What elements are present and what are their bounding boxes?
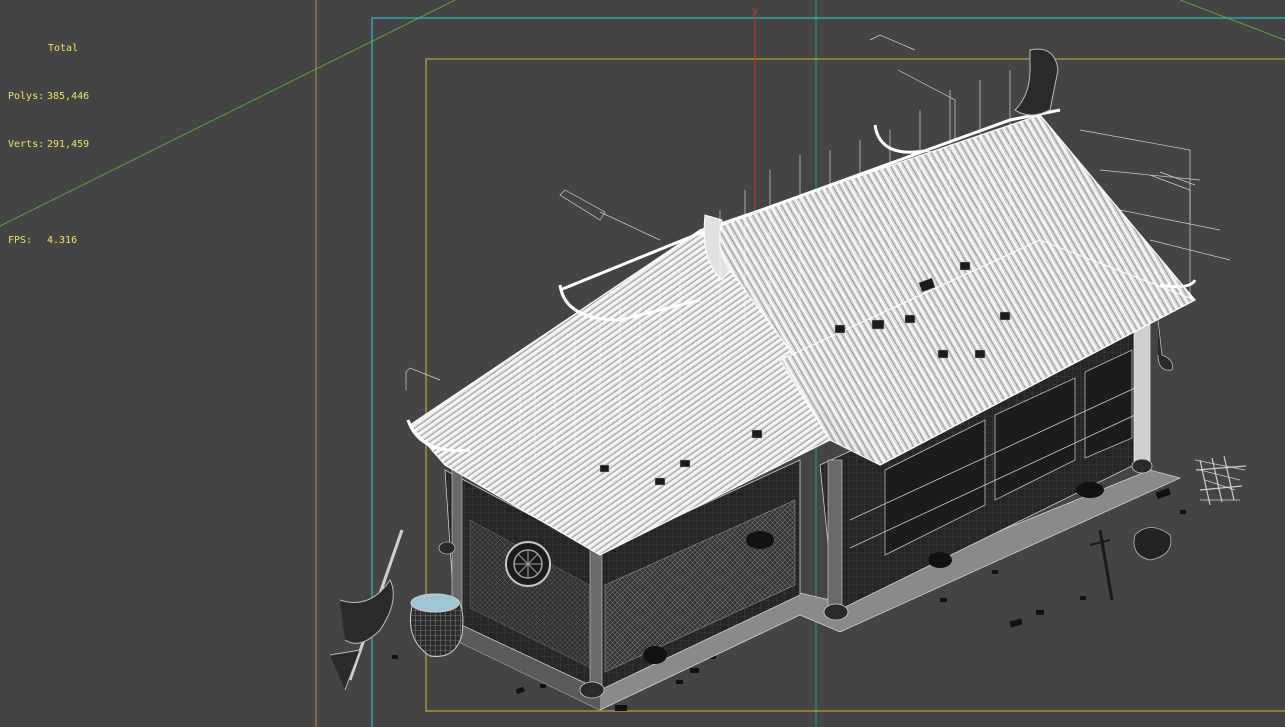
stats-spacer xyxy=(8,185,89,201)
fence-piece xyxy=(1195,455,1247,506)
perspective-viewport[interactable]: Total Polys: 385,446 Verts: 291,459 FPS: 4.… xyxy=(0,0,1285,727)
hanging-axe xyxy=(1157,319,1173,371)
rubble-pile xyxy=(1133,527,1172,561)
fps-label: FPS: xyxy=(8,235,33,246)
water-jar xyxy=(410,593,464,658)
verts-label: Verts: xyxy=(8,139,45,150)
scene-canvas[interactable]: y xyxy=(0,0,1285,727)
stats-verts-row: Verts: 291,459 xyxy=(8,137,89,153)
y-axis-label: y xyxy=(752,6,758,17)
fps-value: 4.316 xyxy=(47,235,78,246)
polys-value: 385,446 xyxy=(47,91,90,102)
stats-polys-row: Polys: 385,446 xyxy=(8,89,89,105)
verts-value: 291,459 xyxy=(47,139,90,150)
stats-header: Total xyxy=(48,43,79,54)
polys-label: Polys: xyxy=(8,91,45,102)
stats-fps-row: FPS: 4.316 xyxy=(8,233,89,249)
leaning-spear xyxy=(329,529,404,691)
viewport-statistics: Total Polys: 385,446 Verts: 291,459 FPS: 4.… xyxy=(8,9,89,281)
